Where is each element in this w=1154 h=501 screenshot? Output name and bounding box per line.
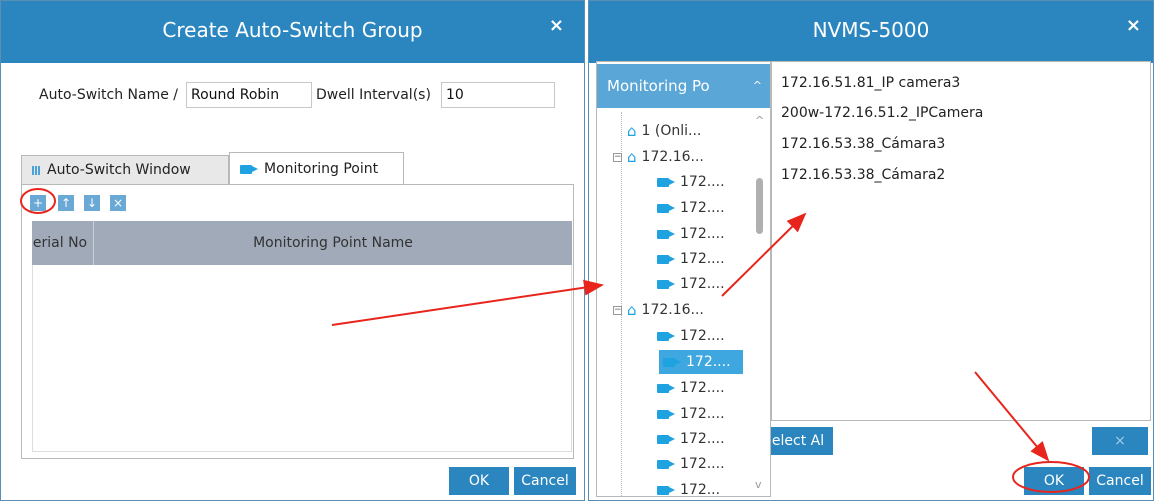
dwell-interval-input[interactable] <box>441 82 555 108</box>
tree-site-2-label: 172.16... <box>641 149 704 165</box>
left-titlebar: Create Auto-Switch Group × <box>1 1 584 63</box>
collapse-icon[interactable]: − <box>613 152 622 162</box>
tree-camera-label: 172.... <box>680 200 725 216</box>
left-ok-button[interactable]: OK <box>449 467 509 495</box>
grid-icon <box>32 165 41 175</box>
tree-body: ⌂ 1 (Onli... − ⌂ 172.16... 172.... 172.... … <box>597 112 770 496</box>
scroll-down-icon[interactable]: v <box>755 478 762 491</box>
tree-camera-label: 172... <box>680 482 721 496</box>
scroll-up-icon[interactable]: ^ <box>755 114 764 127</box>
dwell-interval-label: Dwell Interval(s) <box>316 87 431 103</box>
grid-header: Serial No Monitoring Point Name <box>32 221 572 265</box>
right-dialog-title: NVMS-5000 <box>812 18 930 42</box>
tree-camera[interactable]: 172.... <box>657 452 725 476</box>
camera-icon <box>657 279 675 290</box>
tree-camera-label: 172.... <box>680 380 725 396</box>
left-dialog-title: Create Auto-Switch Group <box>162 18 423 42</box>
column-monitoring-point-name[interactable]: Monitoring Point Name <box>94 221 572 265</box>
tree-site-2[interactable]: − ⌂ 172.16... <box>613 145 704 169</box>
right-close-icon[interactable]: × <box>1126 15 1141 36</box>
selected-item[interactable]: 172.16.53.38_Cámara2 <box>781 167 945 183</box>
tab-auto-switch-window[interactable]: Auto-Switch Window <box>21 155 229 185</box>
right-ok-button[interactable]: OK <box>1024 467 1084 495</box>
tree-camera[interactable]: 172.... <box>657 324 725 348</box>
tab-auto-switch-window-label: Auto-Switch Window <box>47 162 191 178</box>
camera-icon <box>657 485 675 496</box>
tree-camera[interactable]: 172.... <box>657 196 725 220</box>
tree-scrollbar[interactable]: ^ v <box>754 112 766 496</box>
camera-icon <box>657 434 675 445</box>
selected-item[interactable]: 200w-172.16.51.2_IPCamera <box>781 105 983 121</box>
create-auto-switch-group-dialog: Create Auto-Switch Group × Auto-Switch N… <box>0 0 585 501</box>
camera-icon <box>657 383 675 394</box>
tree-camera-label: 172.... <box>680 276 725 292</box>
camera-icon <box>657 203 675 214</box>
camera-icon <box>657 177 675 188</box>
tree-camera[interactable]: 172.... <box>657 247 725 271</box>
selected-points-list[interactable]: 172.16.51.81_IP camera3 200w-172.16.51.2… <box>771 61 1151 421</box>
tree-camera-label: 172.... <box>680 456 725 472</box>
tree-header-sort-icon[interactable]: ^ <box>753 64 762 108</box>
camera-icon <box>657 331 675 342</box>
tree-camera-label: 172.... <box>680 406 725 422</box>
camera-icon <box>663 357 681 368</box>
column-serial-no[interactable]: Serial No <box>32 221 94 265</box>
tree-camera-selected[interactable]: 172.... <box>659 350 743 374</box>
tree-camera[interactable]: 172... <box>657 478 720 496</box>
auto-switch-name-label: Auto-Switch Name / <box>39 87 179 103</box>
monitoring-point-grid-body[interactable] <box>32 265 572 452</box>
tab-monitoring-point[interactable]: Monitoring Point <box>229 152 404 185</box>
right-cancel-button[interactable]: Cancel <box>1089 467 1151 495</box>
tree-camera-label: 172.... <box>680 328 725 344</box>
delete-icon[interactable]: × <box>110 195 126 211</box>
tree-camera[interactable]: 172.... <box>657 376 725 400</box>
tree-camera-label: 172.... <box>680 174 725 190</box>
tree-site-3[interactable]: − ⌂ 172.16... <box>613 298 704 322</box>
tree-header-label: Monitoring Po <box>607 77 710 95</box>
selected-item[interactable]: 172.16.53.38_Cámara3 <box>781 136 945 152</box>
tree-camera-label: 172.... <box>680 251 725 267</box>
tree-site-1[interactable]: ⌂ 1 (Onli... <box>627 119 701 143</box>
auto-switch-name-input[interactable] <box>186 82 312 108</box>
monitoring-point-tree-panel: Monitoring Po ^ ⌂ 1 (Onli... − ⌂ 172.16... … <box>596 61 771 497</box>
tab-monitoring-point-label: Monitoring Point <box>264 161 379 177</box>
tree-camera[interactable]: 172.... <box>657 222 725 246</box>
collapse-icon[interactable]: − <box>613 305 622 315</box>
monitoring-point-panel: + ↑ ↓ × Serial No Monitoring Point Name <box>21 184 574 459</box>
move-down-icon[interactable]: ↓ <box>84 195 100 211</box>
scroll-thumb[interactable] <box>756 178 763 234</box>
tree-camera-label: 172.... <box>680 431 725 447</box>
left-close-icon[interactable]: × <box>549 15 564 36</box>
right-titlebar: NVMS-5000 × <box>589 1 1153 63</box>
select-all-button[interactable]: Select Al <box>771 427 833 455</box>
move-up-icon[interactable]: ↑ <box>58 195 74 211</box>
camera-icon <box>657 409 675 420</box>
home-icon: ⌂ <box>627 122 637 140</box>
nvms-5000-dialog: NVMS-5000 × Monitoring Po ^ ⌂ 1 (Onli... … <box>588 0 1154 501</box>
tree-header: Monitoring Po ^ <box>597 64 770 108</box>
delete-selected-button[interactable]: × <box>1092 427 1148 455</box>
home-icon: ⌂ <box>627 148 637 166</box>
left-cancel-button[interactable]: Cancel <box>514 467 576 495</box>
tree-camera[interactable]: 172.... <box>657 272 725 296</box>
camera-icon <box>657 254 675 265</box>
camera-icon <box>657 459 675 470</box>
tree-camera[interactable]: 172.... <box>657 427 725 451</box>
tree-camera-label: 172.... <box>680 226 725 242</box>
tree-camera[interactable]: 172.... <box>657 402 725 426</box>
add-icon[interactable]: + <box>30 195 46 211</box>
camera-icon <box>240 164 258 175</box>
home-icon: ⌂ <box>627 301 637 319</box>
tree-site-3-label: 172.16... <box>641 302 704 318</box>
tree-camera[interactable]: 172.... <box>657 170 725 194</box>
camera-icon <box>657 229 675 240</box>
selected-item[interactable]: 172.16.51.81_IP camera3 <box>781 75 960 91</box>
tree-site-1-label: 1 (Onli... <box>641 123 702 139</box>
tree-camera-label: 172.... <box>686 354 731 370</box>
